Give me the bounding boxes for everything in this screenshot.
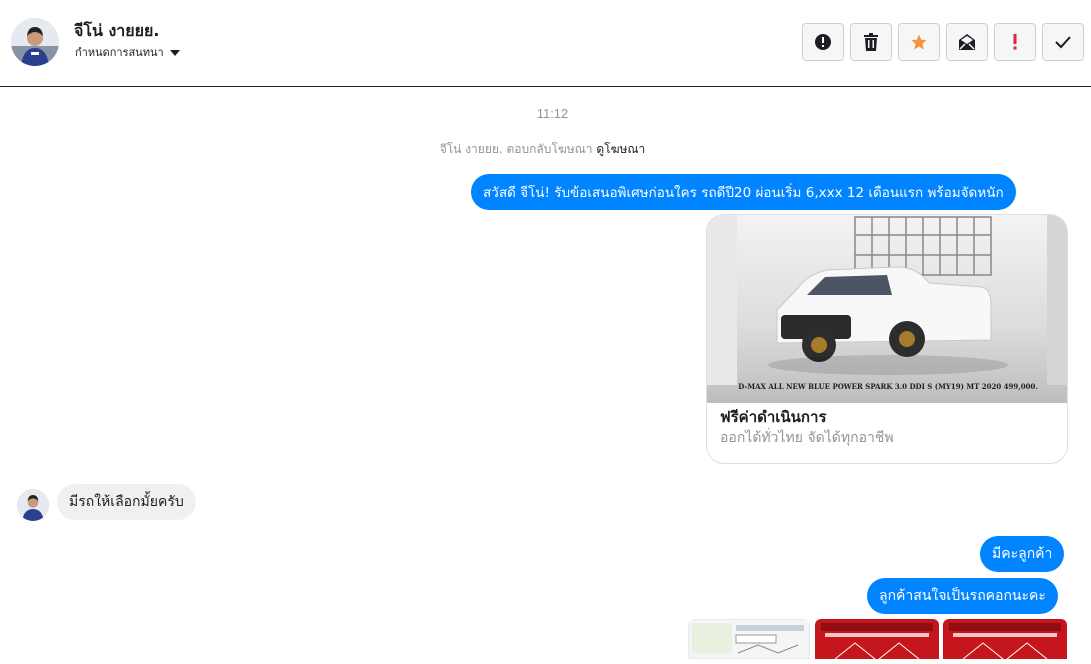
ad-card-title: ฟรีค่าดำเนินการ	[720, 408, 827, 426]
delete-button[interactable]	[850, 23, 892, 61]
alert-circle-icon	[815, 34, 831, 50]
mark-unread-icon	[959, 34, 975, 50]
message-text: มีคะลูกค้า	[992, 546, 1053, 562]
report-button[interactable]	[802, 23, 844, 61]
message-timestamp: 11:12	[536, 106, 569, 121]
message-thread[interactable]: 11:12 จีโน่ งายยย. ตอบกลับโฆษณา ดูโฆษณา …	[0, 88, 1091, 664]
ad-reply-notice: จีโน่ งายยย. ตอบกลับโฆษณา ดูโฆษณา	[0, 140, 1085, 159]
outgoing-message[interactable]: ลูกค้าสนใจเป็นรถคอกนะคะ	[867, 578, 1058, 614]
spam-button[interactable]	[994, 23, 1036, 61]
trash-icon	[864, 33, 878, 51]
conversation-settings-dropdown[interactable]: กำหนดการสนทนา	[75, 43, 180, 61]
image-attachment[interactable]	[815, 619, 939, 659]
contact-name[interactable]: จีโน่ งายยย.	[74, 19, 159, 44]
ad-reply-text: จีโน่ งายยย. ตอบกลับโฆษณา	[439, 142, 593, 156]
star-button[interactable]	[898, 23, 940, 61]
check-icon	[1055, 36, 1071, 49]
message-text: สวัสดี จีโน่! รับข้อเสนอพิเศษก่อนใคร รถด…	[483, 185, 1004, 201]
image-attachment[interactable]	[943, 619, 1067, 659]
ad-image-caption: D-MAX ALL NEW BLUE POWER SPARK 3.0 DDI S…	[738, 382, 1038, 391]
ad-card[interactable]: D-MAX ALL NEW BLUE POWER SPARK 3.0 DDI S…	[706, 214, 1068, 464]
ad-card-image: D-MAX ALL NEW BLUE POWER SPARK 3.0 DDI S…	[707, 215, 1067, 403]
view-ad-link[interactable]: ดูโฆษณา	[596, 142, 645, 156]
contact-avatar-small	[17, 489, 49, 521]
caret-down-icon	[169, 49, 180, 56]
exclamation-icon	[1013, 34, 1017, 50]
incoming-message[interactable]: มีรถให้เลือกมั้ยครับ	[57, 484, 196, 520]
message-text: มีรถให้เลือกมั้ยครับ	[69, 494, 184, 510]
image-attachment[interactable]	[688, 619, 810, 659]
ad-card-subtitle: ออกได้ทั่วไทย จัดได้ทุกอาชีพ	[720, 430, 894, 446]
conversation-header: จีโน่ งายยย. กำหนดการสนทนา	[0, 0, 1091, 87]
outgoing-message[interactable]: มีคะลูกค้า	[980, 536, 1065, 572]
star-icon	[911, 34, 927, 50]
outgoing-message[interactable]: สวัสดี จีโน่! รับข้อเสนอพิเศษก่อนใคร รถด…	[471, 174, 1016, 210]
conversation-toolbar	[802, 23, 1084, 61]
done-button[interactable]	[1042, 23, 1084, 61]
conversation-settings-label: กำหนดการสนทนา	[75, 46, 164, 59]
contact-avatar[interactable]	[11, 18, 59, 66]
message-text: ลูกค้าสนใจเป็นรถคอกนะคะ	[879, 588, 1046, 604]
mark-unread-button[interactable]	[946, 23, 988, 61]
